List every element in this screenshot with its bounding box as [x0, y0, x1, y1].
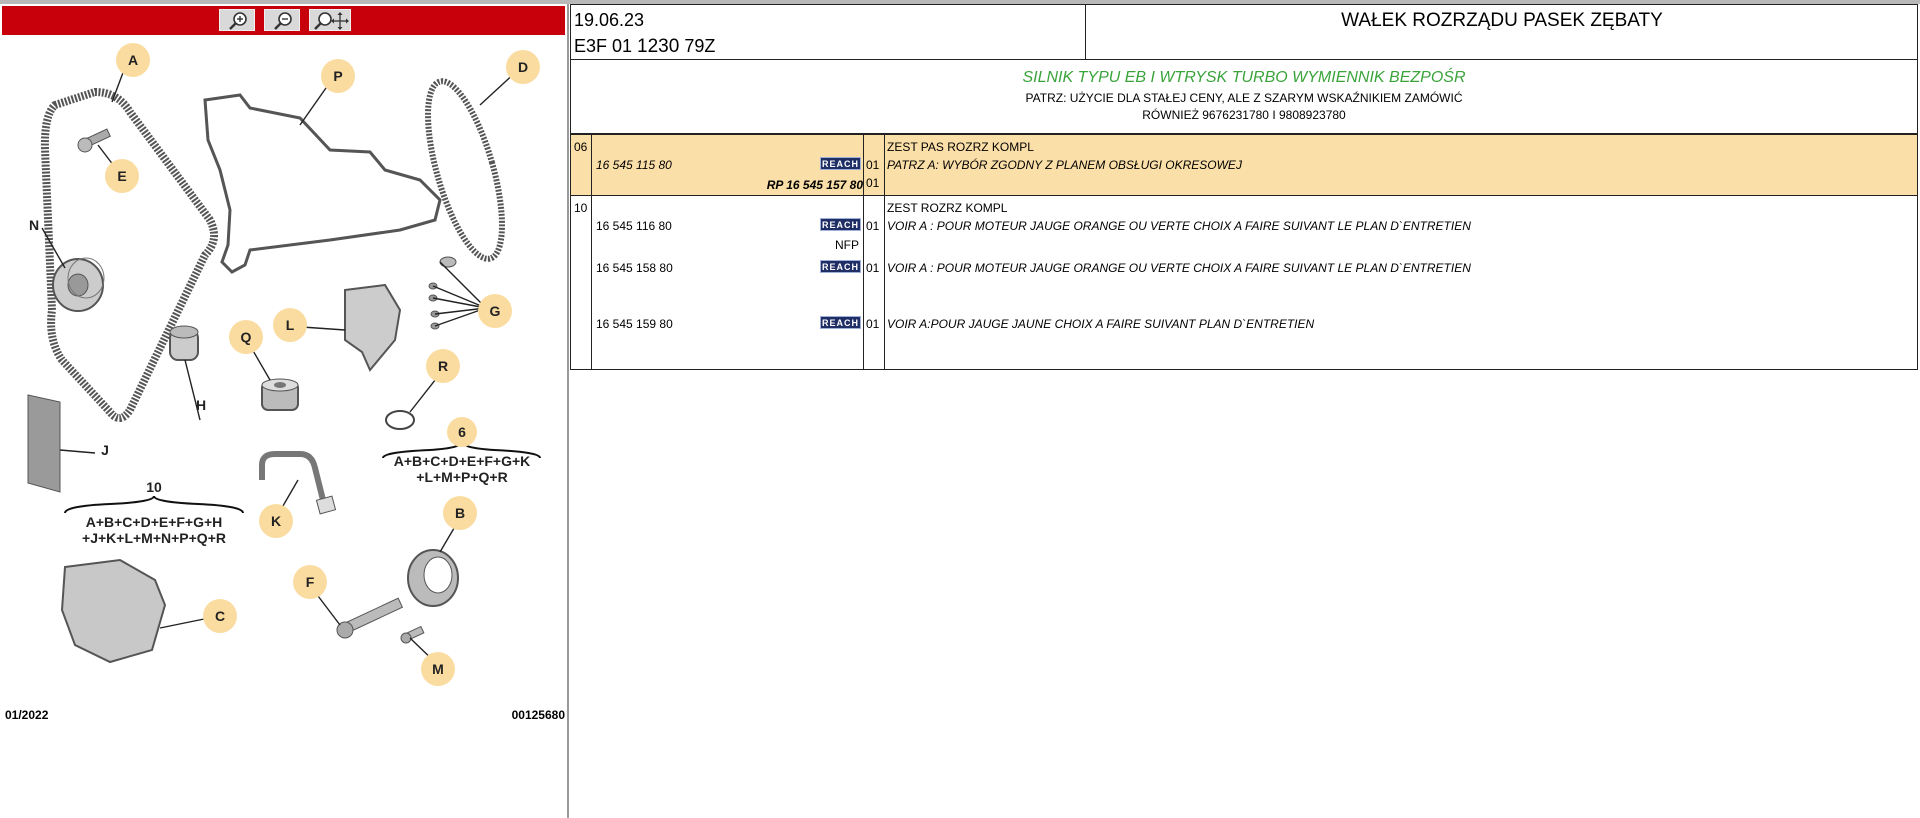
label-b: B — [455, 505, 465, 521]
kit-10-line-1: A+B+C+D+E+F+G+H — [86, 514, 223, 530]
cover-gasket-drawing — [203, 93, 442, 274]
group-title: ZEST PAS ROZRZ KOMPL — [887, 140, 1034, 154]
tensioner-roller-drawing — [52, 257, 105, 312]
label-e: E — [117, 168, 126, 184]
callout-markers — [105, 43, 540, 686]
reach-badge: REACH — [820, 316, 861, 329]
magnifier-plus-icon — [229, 12, 247, 30]
part-number[interactable]: 16 545 158 80 — [596, 261, 673, 275]
washers-drawing — [428, 256, 457, 330]
label-6: 6 — [458, 424, 466, 440]
label-r: R — [438, 358, 448, 374]
timing-belt-drawing — [40, 87, 218, 422]
kit-6-line-1: A+B+C+D+E+F+G+K — [394, 453, 531, 469]
o-ring-drawing — [385, 410, 415, 430]
aux-belt-drawing — [425, 78, 505, 262]
part-description: VOIR A:POUR JAUGE JAUNE CHOIX A FAIRE SU… — [887, 317, 1315, 331]
quantity: 01 — [866, 176, 880, 190]
zoom-out-button[interactable] — [264, 9, 300, 31]
label-10: 10 — [146, 479, 162, 495]
catalog-date: 19.06.23 — [574, 10, 645, 30]
diagram-pane: A P D E G L Q R 6 K B C F M N H J 10 A+B… — [0, 4, 567, 818]
label-k: K — [271, 513, 281, 529]
group-index: 10 — [574, 201, 588, 215]
column-divider — [884, 135, 885, 369]
quantity: 01 — [866, 261, 880, 275]
label-a: A — [128, 52, 138, 68]
bolt-drawing — [77, 128, 111, 153]
part-number[interactable]: 16 545 116 80 — [596, 219, 672, 233]
replacement-part-number[interactable]: RP 16 545 157 80 — [767, 178, 863, 192]
pipe-end-drawing — [315, 495, 337, 515]
group-index: 06 — [574, 140, 588, 154]
label-h: H — [196, 397, 206, 413]
group-title: ZEST ROZRZ KOMPL — [887, 201, 1008, 215]
label-l: L — [286, 317, 295, 333]
reach-badge: REACH — [820, 260, 861, 273]
label-sheet-drawing — [27, 394, 61, 493]
reach-badge: REACH — [820, 157, 861, 170]
application-info: SILNIK TYPU EB I WTRYSK TURBO WYMIENNIK … — [570, 60, 1918, 134]
catalog-code: E3F 01 1230 79Z — [574, 36, 715, 58]
sprocket-drawing — [261, 378, 299, 411]
label-j: J — [101, 442, 109, 458]
magnifier-move-icon — [314, 12, 349, 30]
exploded-parts-diagram: A P D E G L Q R 6 K B C F M N H J 10 A+B… — [27, 43, 541, 686]
part-description: PATRZ A: WYBÓR ZGODNY Z PLANEM OBSŁUGI O… — [887, 158, 1242, 172]
zoom-in-button[interactable] — [219, 9, 255, 31]
engine-housing-drawing — [60, 558, 167, 664]
pipe-drawing — [259, 451, 326, 501]
water-pump-drawing — [344, 283, 402, 372]
engine-type: SILNIK TYPU EB I WTRYSK TURBO WYMIENNIK … — [1022, 69, 1466, 86]
part-number[interactable]: 16 545 159 80 — [596, 317, 673, 331]
label-c: C — [215, 608, 225, 624]
reach-badge: REACH — [820, 218, 861, 231]
quantity: 01 — [866, 219, 880, 233]
long-bolt-drawing — [336, 597, 404, 639]
code-suffix: 79Z — [679, 36, 716, 56]
label-p: P — [333, 68, 342, 84]
parts-list-pane: 19.06.23 E3F 01 1230 79Z WAŁEK ROZRZĄDU … — [570, 4, 1920, 818]
part-description: VOIR A : POUR MOTEUR JAUGE ORANGE OU VER… — [887, 219, 1471, 233]
quantity: 01 — [866, 158, 880, 172]
column-divider — [591, 135, 592, 369]
label-f: F — [306, 574, 315, 590]
pulley-drawing — [407, 549, 459, 607]
magnifier-minus-icon — [274, 12, 292, 30]
part-number[interactable]: 16 545 115 80 — [596, 158, 672, 172]
part-description: VOIR A : POUR MOTEUR JAUGE ORANGE OU VER… — [887, 261, 1471, 275]
pane-divider[interactable] — [567, 4, 569, 818]
kit-6-line-2: +L+M+P+Q+R — [416, 469, 507, 485]
label-g: G — [490, 303, 501, 319]
diagram-date: 01/2022 — [5, 708, 49, 722]
header-meta: 19.06.23 E3F 01 1230 79Z — [571, 5, 1086, 59]
parts-table: 06 ZEST PAS ROZRZ KOMPL 16 545 115 80 RE… — [570, 134, 1918, 370]
quantity: 01 — [866, 317, 880, 331]
label-n: N — [29, 217, 39, 233]
label-q: Q — [241, 329, 252, 345]
zoom-toolbar — [2, 6, 565, 35]
code-prefix: E3F 01 — [574, 36, 638, 56]
kit-10-brace — [64, 495, 244, 514]
column-divider — [863, 135, 864, 369]
label-m: M — [432, 661, 444, 677]
page-header: 19.06.23 E3F 01 1230 79Z WAŁEK ROZRZĄDU … — [570, 4, 1918, 60]
idler-pulley-drawing — [169, 325, 199, 361]
page-title: WAŁEK ROZRZĄDU PASEK ZĘBATY — [1341, 10, 1663, 31]
kit-10-line-2: +J+K+L+M+N+P+Q+R — [82, 530, 226, 546]
diagram-reference: 00125680 — [511, 708, 565, 722]
zoom-pan-button[interactable] — [309, 9, 351, 31]
label-d: D — [518, 59, 528, 75]
code-bold: 1230 — [637, 36, 680, 57]
also-note: RÓWNIEŻ 9676231780 I 9808923780 — [1142, 108, 1346, 122]
group-row-06[interactable]: 06 ZEST PAS ROZRZ KOMPL 16 545 115 80 RE… — [571, 135, 1917, 196]
nfp-flag: NFP — [835, 238, 859, 252]
usage-note: PATRZ: UŻYCIE DLA STAŁEJ CENY, ALE Z SZA… — [1025, 91, 1463, 105]
